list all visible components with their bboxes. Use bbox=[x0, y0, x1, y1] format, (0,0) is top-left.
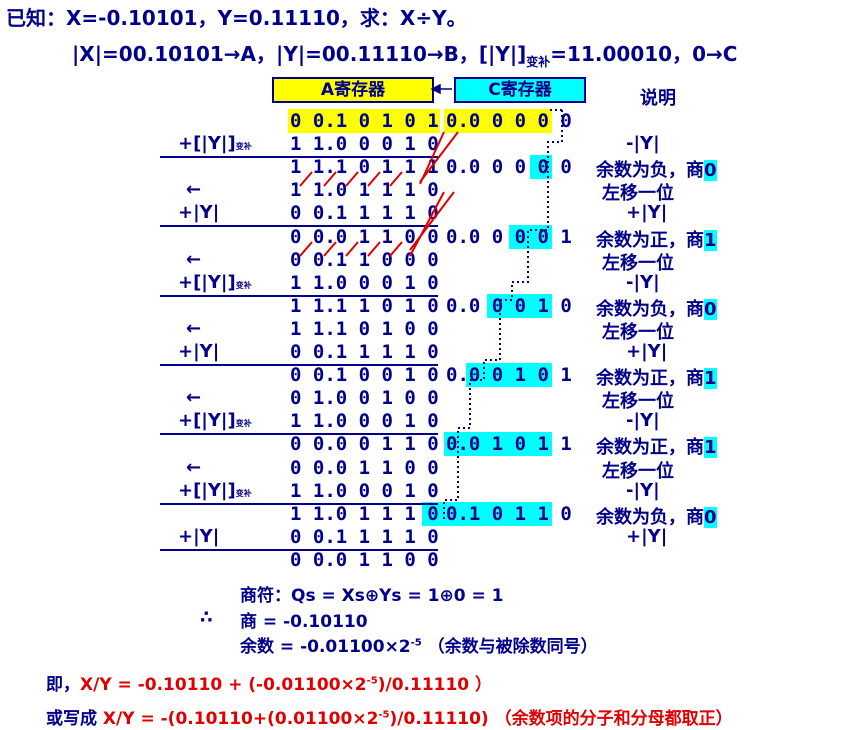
footer1-tail: )/0.11110 ） bbox=[377, 675, 493, 695]
footer1-red: X/Y = -0.10110 + (-0.01100×2 bbox=[80, 675, 367, 695]
red-arrow bbox=[367, 241, 381, 257]
red-arrow bbox=[389, 241, 403, 257]
red-arrow bbox=[419, 131, 459, 183]
red-arrow bbox=[409, 191, 455, 251]
therefore-symbol: ∴ bbox=[200, 607, 213, 628]
footer-line-1: 即，X/Y = -0.10110 + (-0.01100×2-5)/0.1111… bbox=[46, 670, 492, 695]
red-arrow bbox=[299, 241, 313, 257]
dotted-staircase bbox=[443, 109, 563, 520]
red-arrow bbox=[345, 241, 359, 257]
footer1-exp: -5 bbox=[366, 675, 378, 687]
red-arrow bbox=[367, 171, 381, 187]
red-arrow bbox=[345, 171, 359, 187]
dotted-path bbox=[443, 110, 563, 520]
footer2-red: X/Y = -(0.10110+(0.01100×2 bbox=[102, 709, 379, 729]
shift-path-overlay bbox=[299, 83, 563, 520]
red-arrow bbox=[389, 171, 403, 187]
remainder-result: 余数 = -0.01100×2-5 （余数与被除数同号） bbox=[240, 632, 598, 657]
red-shift-arrows bbox=[299, 131, 459, 257]
footer-line-2: 或写成 X/Y = -(0.10110+(0.01100×2-5)/0.1111… bbox=[46, 704, 733, 729]
red-arrow bbox=[409, 191, 445, 257]
red-arrow bbox=[323, 171, 337, 187]
footer2-prefix: 或写成 bbox=[46, 709, 103, 729]
quotient-result: 商 = -0.10110 bbox=[240, 612, 368, 632]
remainder-b: （余数与被除数同号） bbox=[421, 637, 598, 657]
footer1-prefix: 即， bbox=[46, 675, 80, 695]
footer2-tail: )/0.11110) （余数项的分子和分母都取正） bbox=[389, 709, 733, 729]
remainder-a: 余数 = -0.01100×2 bbox=[240, 637, 411, 657]
arrow-to-a-register bbox=[430, 83, 452, 95]
footer2-exp: -5 bbox=[378, 709, 390, 721]
arrow-head bbox=[430, 83, 441, 95]
red-arrow bbox=[323, 241, 337, 257]
remainder-exp: -5 bbox=[410, 637, 422, 649]
red-arrow bbox=[299, 171, 313, 187]
quotient-sign: 商符：Qs = Xs⊕Ys = 1⊕0 = 1 bbox=[240, 586, 504, 606]
